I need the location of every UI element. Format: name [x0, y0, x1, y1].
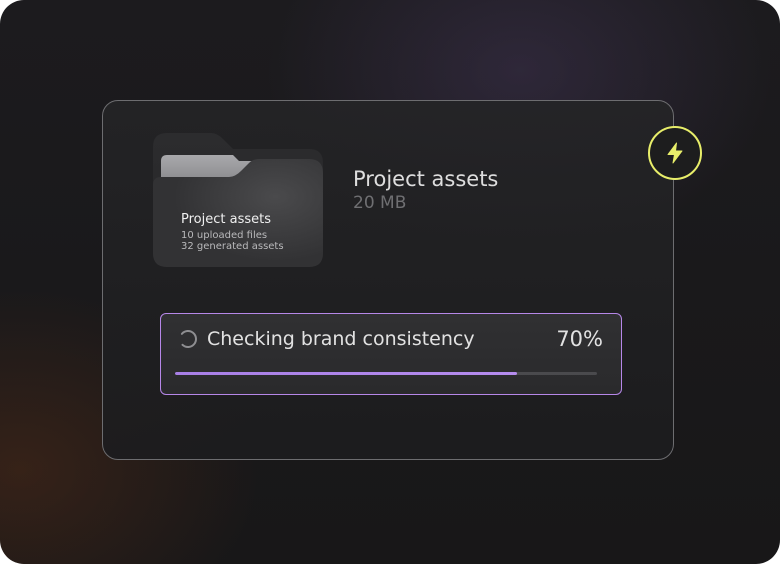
lightning-bolt-icon [667, 142, 683, 164]
project-size: 20 MB [353, 193, 407, 213]
progress-track [175, 372, 597, 375]
spinner-icon [179, 330, 197, 348]
project-info: Project assets 20 MB [353, 165, 498, 213]
folder-uploaded-count: 10 uploaded files [181, 230, 268, 241]
app-frame: Project assets 10 uploaded files 32 gene… [0, 0, 780, 564]
folder-thumbnail[interactable]: Project assets 10 uploaded files 32 gene… [153, 133, 323, 267]
progress-fill [175, 372, 517, 375]
project-title: Project assets [353, 167, 499, 191]
progress-panel: Checking brand consistency 70% [160, 313, 622, 395]
quick-action-button[interactable] [648, 126, 702, 180]
progress-label: Checking brand consistency [207, 328, 475, 350]
progress-percent: 70% [556, 327, 603, 351]
folder-caption: Project assets 10 uploaded files 32 gene… [181, 212, 284, 252]
folder-title: Project assets [181, 212, 271, 227]
folder-generated-count: 32 generated assets [181, 241, 284, 252]
